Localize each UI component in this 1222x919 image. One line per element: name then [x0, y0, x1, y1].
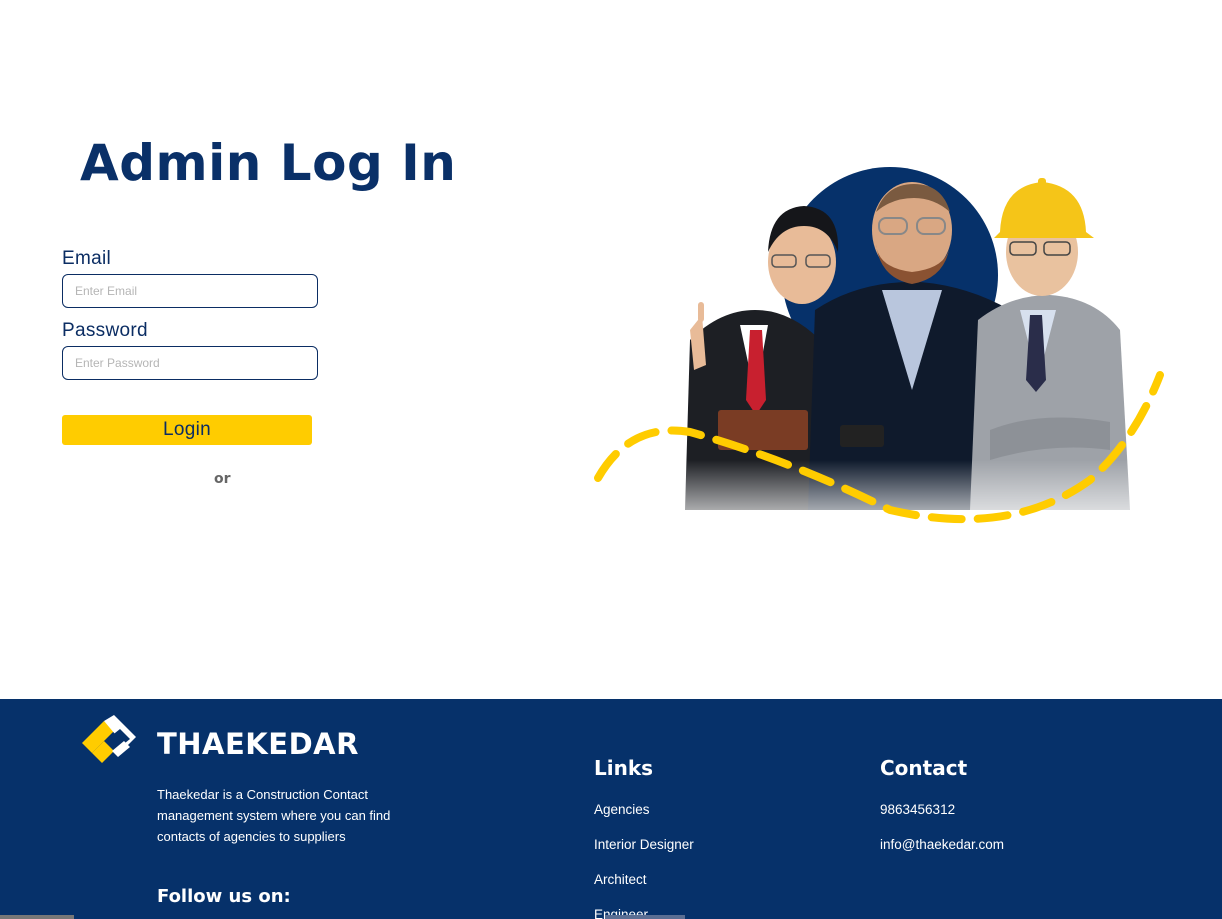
follow-us-heading: Follow us on: — [157, 886, 291, 907]
password-input[interactable] — [62, 346, 318, 380]
links-heading: Links — [594, 756, 654, 780]
login-form: Email Password Login — [62, 248, 322, 445]
brand-description: Thaekedar is a Construction Contact mana… — [157, 787, 391, 844]
or-divider: or — [214, 471, 231, 487]
footer-link-agencies[interactable]: Agencies — [594, 801, 694, 836]
contact-email[interactable]: info@thaekedar.com — [880, 836, 1004, 871]
login-button[interactable]: Login — [62, 415, 312, 445]
email-input[interactable] — [62, 274, 318, 308]
hero-illustration — [594, 167, 1164, 540]
email-label: Email — [62, 248, 112, 269]
thaekedar-logo-icon[interactable] — [80, 715, 138, 767]
site-footer: THAEKEDAR Thaekedar is a Construction Co… — [0, 699, 1222, 919]
footer-contact-list: 9863456312 info@thaekedar.com — [880, 801, 1004, 871]
brand-name[interactable]: THAEKEDAR — [157, 727, 359, 761]
contact-heading: Contact — [880, 756, 968, 780]
footer-link-interior-designer[interactable]: Interior Designer — [594, 836, 694, 871]
page-title: Admin Log In — [80, 134, 457, 192]
footer-link-architect[interactable]: Architect — [594, 871, 694, 906]
scrollbar-fragment — [605, 915, 685, 919]
password-label: Password — [62, 320, 148, 341]
hard-hat-icon — [994, 182, 1094, 238]
footer-links-list: Agencies Interior Designer Architect Eng… — [594, 801, 694, 919]
scrollbar-fragment — [0, 915, 74, 919]
contact-phone: 9863456312 — [880, 802, 956, 817]
